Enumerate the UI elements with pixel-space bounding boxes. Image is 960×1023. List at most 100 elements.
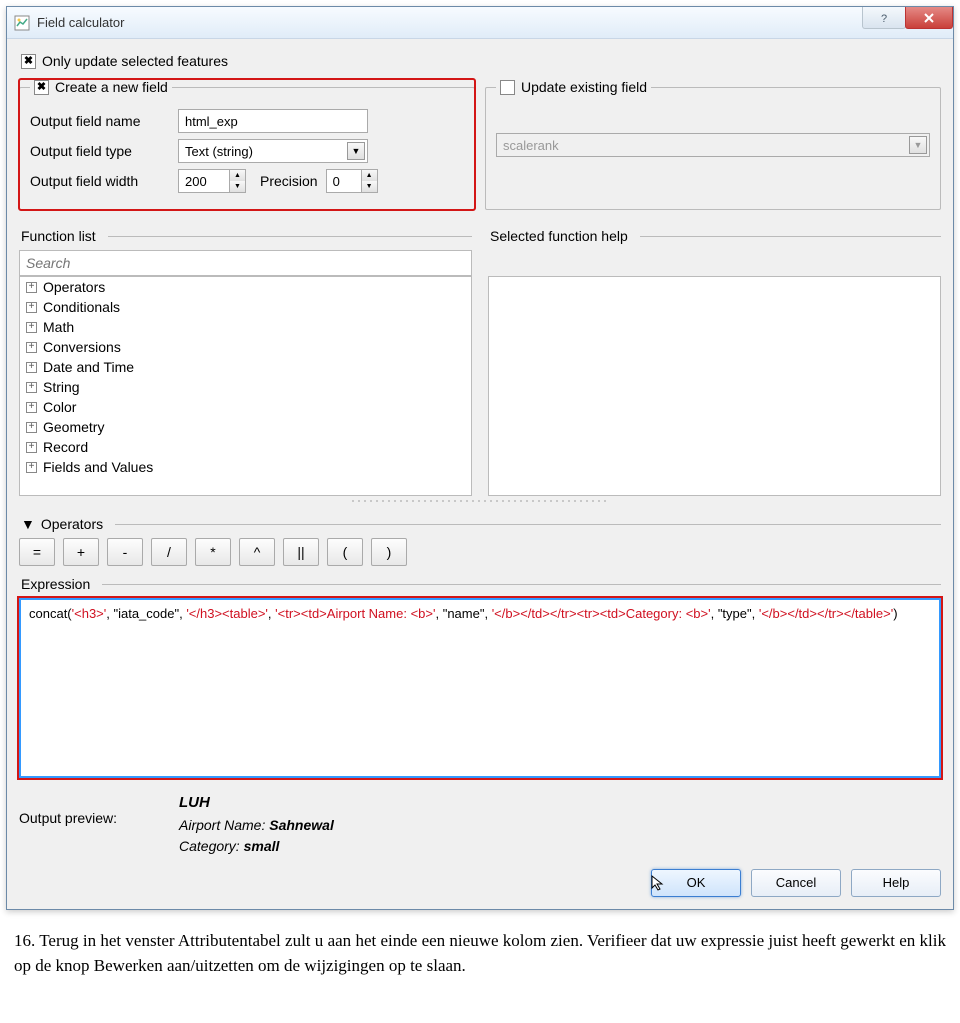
expand-icon[interactable] [26, 342, 37, 353]
operator-button[interactable]: || [283, 538, 319, 566]
window-title: Field calculator [37, 15, 863, 30]
update-field-title: Update existing field [521, 79, 647, 95]
window-controls: ? [863, 7, 953, 38]
update-field-checkbox[interactable] [500, 80, 515, 95]
operator-button[interactable]: * [195, 538, 231, 566]
operator-button[interactable]: / [151, 538, 187, 566]
splitter-grip[interactable] [350, 498, 610, 506]
tree-item-label: Fields and Values [43, 459, 153, 475]
svg-text:?: ? [881, 13, 887, 24]
chevron-down-icon: ▼ [909, 136, 927, 154]
chevron-down-icon: ▼ [347, 142, 365, 160]
preview-line1-value: Sahnewal [269, 817, 334, 833]
close-button[interactable] [905, 7, 953, 29]
expression-textarea[interactable]: concat('<h3>', "iata_code", '</h3><table… [19, 598, 941, 778]
preview-line1-label: Airport Name: [179, 817, 269, 833]
output-name-label: Output field name [30, 113, 170, 129]
collapse-triangle-icon[interactable]: ▼ [21, 516, 35, 532]
preview-line2-value: small [244, 838, 280, 854]
operator-button[interactable]: = [19, 538, 55, 566]
output-preview-row: Output preview: LUH Airport Name: Sahnew… [19, 792, 941, 857]
create-field-group: Create a new field Output field name Out… [19, 79, 475, 210]
tree-item-label: Math [43, 319, 74, 335]
operators-section: ▼ Operators [21, 516, 941, 532]
instruction-paragraph: 16. Terug in het venster Attributentabel… [14, 928, 946, 979]
tree-item-label: Record [43, 439, 88, 455]
dialog-button-row: OK Cancel Help [19, 869, 941, 897]
only-update-checkbox[interactable] [21, 54, 36, 69]
create-field-title: Create a new field [55, 79, 168, 95]
tree-item[interactable]: Date and Time [20, 357, 471, 377]
update-field-group: Update existing field scalerank ▼ [485, 79, 941, 210]
operators-title: Operators [41, 516, 103, 532]
help-titlebar-button[interactable]: ? [862, 7, 906, 29]
tree-item[interactable]: Fields and Values [20, 457, 471, 477]
expression-title: Expression [21, 576, 90, 592]
tree-item[interactable]: Conditionals [20, 297, 471, 317]
tree-item[interactable]: Operators [20, 277, 471, 297]
tree-item[interactable]: Conversions [20, 337, 471, 357]
precision-label: Precision [260, 173, 318, 189]
function-list-title: Function list [21, 228, 96, 244]
function-list-panel: Function list Operators Conditionals Math C… [19, 218, 472, 496]
cancel-button[interactable]: Cancel [751, 869, 841, 897]
tree-item-label: Color [43, 399, 76, 415]
output-name-input[interactable] [178, 109, 368, 133]
tree-item-label: Operators [43, 279, 105, 295]
output-width-spin[interactable] [178, 169, 230, 193]
tree-item-label: Date and Time [43, 359, 134, 375]
preview-line2-label: Category: [179, 838, 244, 854]
only-update-row: Only update selected features [21, 53, 941, 69]
expand-icon[interactable] [26, 422, 37, 433]
function-search-input[interactable] [19, 250, 472, 276]
expand-icon[interactable] [26, 302, 37, 313]
function-help-title: Selected function help [490, 228, 628, 244]
update-field-select: scalerank ▼ [496, 133, 930, 157]
tree-item-label: String [43, 379, 80, 395]
expand-icon[interactable] [26, 362, 37, 373]
expand-icon[interactable] [26, 322, 37, 333]
operator-button[interactable]: ^ [239, 538, 275, 566]
precision-spin-buttons[interactable]: ▲▼ [362, 169, 378, 193]
tree-item-label: Geometry [43, 419, 104, 435]
only-update-label: Only update selected features [42, 53, 228, 69]
operator-button[interactable]: + [63, 538, 99, 566]
function-tree[interactable]: Operators Conditionals Math Conversions Date… [19, 276, 472, 496]
dialog-body: Only update selected features Create a n… [7, 39, 953, 909]
update-field-value: scalerank [503, 138, 559, 153]
tree-item[interactable]: String [20, 377, 471, 397]
step-text: Terug in het venster Attributentabel zul… [14, 931, 946, 976]
expand-icon[interactable] [26, 282, 37, 293]
expand-icon[interactable] [26, 442, 37, 453]
output-type-select[interactable]: Text (string) ▼ [178, 139, 368, 163]
tree-item[interactable]: Math [20, 317, 471, 337]
output-preview-label: Output preview: [19, 792, 159, 826]
operator-button[interactable]: - [107, 538, 143, 566]
app-icon [13, 14, 31, 32]
output-preview-body: LUH Airport Name: Sahnewal Category: sma… [179, 792, 334, 857]
field-calculator-window: Field calculator ? Only update selected … [6, 6, 954, 910]
tree-item-label: Conversions [43, 339, 121, 355]
preview-heading: LUH [179, 792, 334, 815]
tree-item-label: Conditionals [43, 299, 120, 315]
operator-button[interactable]: ) [371, 538, 407, 566]
ok-button[interactable]: OK [651, 869, 741, 897]
step-number: 16. [14, 931, 35, 950]
titlebar: Field calculator ? [7, 7, 953, 39]
help-button[interactable]: Help [851, 869, 941, 897]
function-help-panel: Selected function help [488, 218, 941, 496]
operator-buttons-row: = +-/ * ^ || () [19, 538, 941, 566]
tree-item[interactable]: Geometry [20, 417, 471, 437]
function-help-box [488, 276, 941, 496]
operator-button[interactable]: ( [327, 538, 363, 566]
expand-icon[interactable] [26, 402, 37, 413]
expand-icon[interactable] [26, 462, 37, 473]
tree-item[interactable]: Color [20, 397, 471, 417]
output-type-label: Output field type [30, 143, 170, 159]
precision-spin[interactable] [326, 169, 362, 193]
tree-item[interactable]: Record [20, 437, 471, 457]
create-field-checkbox[interactable] [34, 80, 49, 95]
expand-icon[interactable] [26, 382, 37, 393]
width-spin-buttons[interactable]: ▲▼ [230, 169, 246, 193]
output-type-value: Text (string) [185, 144, 253, 159]
